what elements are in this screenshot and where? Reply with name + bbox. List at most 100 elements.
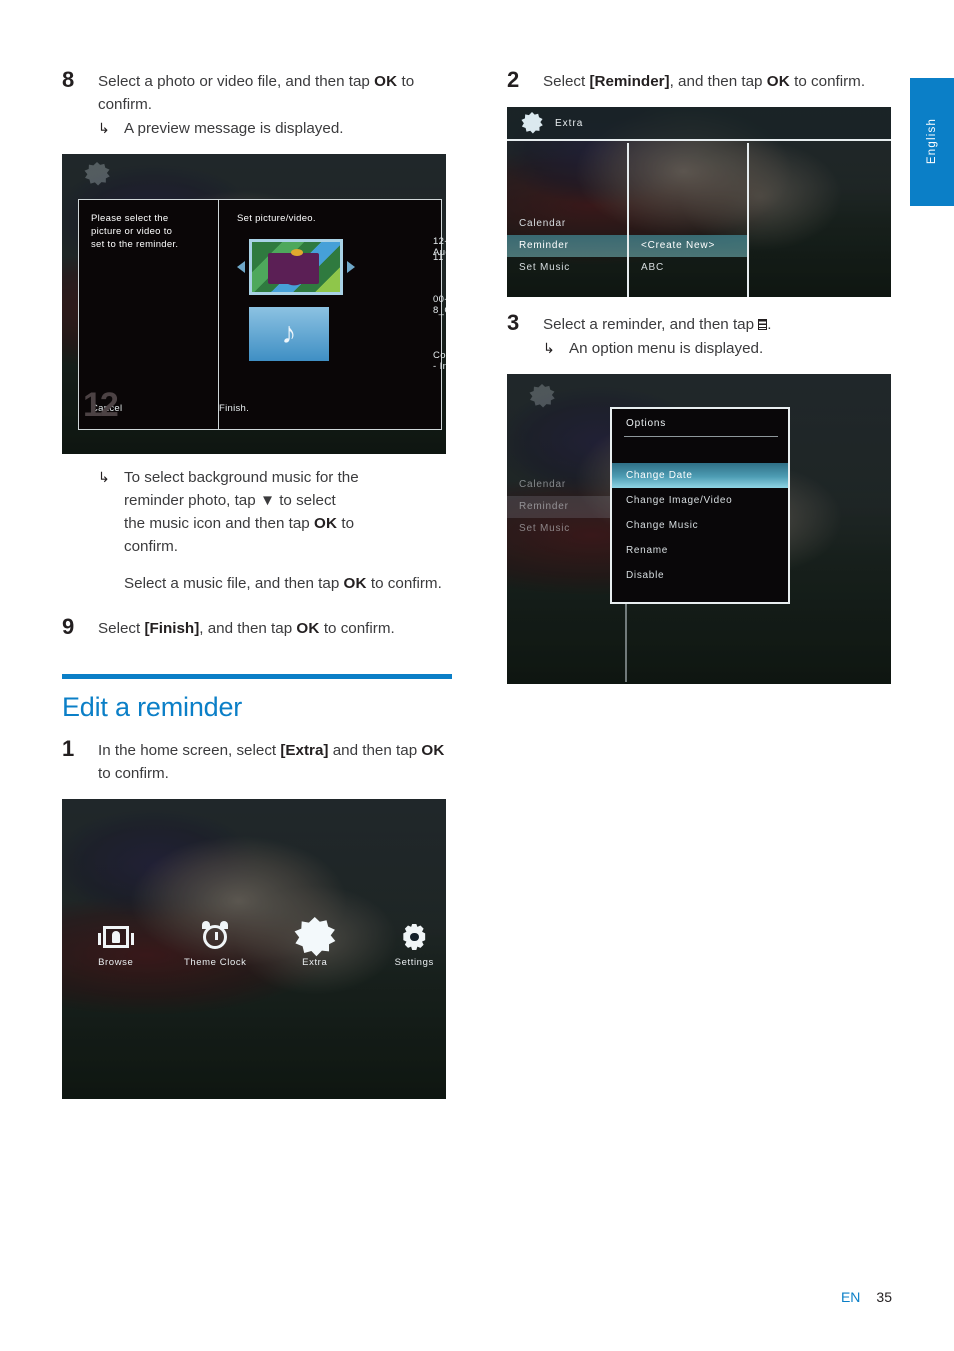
step-1-text-b: and then tap [328, 742, 422, 759]
language-tab: English [910, 78, 954, 206]
result-arrow-icon: ↳ [543, 340, 555, 356]
note-line-3b: to [337, 515, 355, 532]
option-rename[interactable]: Rename [612, 538, 788, 563]
down-arrow-icon: ▼ [259, 492, 275, 509]
step-9: 9 Select [Finish], and then tap OK to co… [62, 614, 452, 640]
options-background-menu: Calendar Reminder Set Music [507, 474, 617, 540]
note-ok: OK [313, 515, 338, 532]
prompt-line-1: Please select the [91, 213, 169, 224]
note-background-music: ↳ To select background music for the rem… [98, 466, 452, 558]
step-3-body: Select a reminder, and then tap . ↳ An o… [543, 313, 897, 360]
home-item-settings-label: Settings [394, 957, 434, 968]
step-2-text-b: , and then tap [669, 73, 767, 90]
step-9-body: Select [Finish], and then tap OK to conf… [98, 617, 452, 640]
step-1-ok: OK [421, 742, 445, 759]
step-8-body: Select a photo or video file, and then t… [98, 70, 452, 140]
home-item-browse[interactable]: Browse [84, 917, 148, 987]
column-divider-2 [747, 143, 749, 297]
note-line-1: To select background music for the [124, 469, 359, 486]
home-item-extra-label: Extra [302, 957, 328, 968]
step-8-result: ↳ A preview message is displayed. [98, 117, 452, 140]
step-3-result-text: An option menu is displayed. [569, 340, 764, 357]
browse-icon [84, 917, 148, 957]
options-popup-list: Change Date Change Image/Video Change Mu… [612, 463, 788, 588]
step-2-text-a: Select [543, 73, 590, 90]
note-select-music-file: Select a music file, and then tap OK to … [98, 572, 452, 595]
step-2-number: 2 [507, 67, 520, 92]
prompt-line-2: picture or video to [91, 226, 173, 237]
finish-button[interactable]: Finish. [219, 402, 249, 415]
reminder-date-line-2: 11 [433, 252, 444, 263]
step-1: 1 In the home screen, select [Extra] and… [62, 736, 452, 785]
step-8: 8 Select a photo or video file, and then… [62, 67, 452, 140]
home-item-theme-clock[interactable]: Theme Clock [184, 917, 248, 987]
prev-arrow-icon[interactable] [237, 261, 245, 273]
bg-menu-item-set-music[interactable]: Set Music [507, 518, 617, 540]
extra-blob-icon [283, 917, 347, 957]
bg-menu-item-calendar[interactable]: Calendar [507, 474, 617, 496]
music-file-name: Coldplay - In My [433, 350, 446, 372]
footer-language-code: EN [840, 1289, 861, 1305]
step-9-bracket: [Finish] [144, 620, 200, 637]
option-change-date[interactable]: Change Date [612, 463, 788, 488]
extra-menu-right: <Create New> ABC [629, 235, 747, 279]
options-popup-title: Options [626, 418, 667, 429]
options-popup: Options Change Date Change Image/Video C… [610, 407, 790, 604]
screenshot-preview-dialog: Please select the picture or video to se… [62, 154, 446, 454]
note-line-3a: the music icon and then tap [124, 515, 314, 532]
step-8-ok: OK [374, 73, 398, 90]
extra-menu-left: Calendar Reminder Set Music [507, 213, 627, 279]
option-disable[interactable]: Disable [612, 563, 788, 588]
music-note-icon[interactable]: ♪ [249, 307, 329, 361]
step-2-text-c: to confirm. [789, 73, 866, 90]
note-select-music-file-text: Select a music file, and then tap OK to … [124, 572, 452, 595]
step-1-body: In the home screen, select [Extra] and t… [98, 739, 452, 785]
menu-item-reminder[interactable]: Reminder [507, 235, 627, 257]
step-9-text-b: , and then tap [199, 620, 297, 637]
page-footer: EN 35 [841, 1289, 892, 1305]
option-change-music[interactable]: Change Music [612, 513, 788, 538]
extra-title: Extra [555, 117, 584, 129]
photo-file-name: 00-8_Gift.jpg [433, 294, 446, 316]
step-9-text-a: Select [98, 620, 145, 637]
right-column: 2 Select [Reminder], and then tap OK to … [507, 67, 897, 696]
step-2-bracket: [Reminder] [589, 73, 670, 90]
next-arrow-icon[interactable] [347, 261, 355, 273]
bg-menu-item-reminder[interactable]: Reminder [507, 496, 617, 518]
menu-item-calendar[interactable]: Calendar [507, 213, 627, 235]
step-9-text-c: to confirm. [319, 620, 395, 637]
note-line-4: confirm. [124, 538, 179, 555]
step-2-body: Select [Reminder], and then tap OK to co… [543, 70, 897, 93]
home-item-theme-clock-label: Theme Clock [183, 957, 247, 968]
menu-item-abc[interactable]: ABC [629, 257, 747, 279]
menu-item-set-music[interactable]: Set Music [507, 257, 627, 279]
photo-selector-row [237, 239, 441, 295]
home-item-settings[interactable]: Settings [383, 917, 447, 987]
manual-page: English 8 Select a photo or video file, … [0, 0, 954, 1351]
options-popup-divider [624, 436, 778, 437]
section-title: Edit a reminder [62, 692, 243, 722]
music-selector-row: ♪ [237, 307, 441, 361]
note-arrow-icon: ↳ [98, 469, 110, 485]
step-1-bracket: [Extra] [280, 742, 329, 759]
left-column: 8 Select a photo or video file, and then… [62, 67, 452, 1111]
step-9-ok: OK [296, 620, 320, 637]
alarm-clock-icon [184, 917, 248, 957]
step-2: 2 Select [Reminder], and then tap OK to … [507, 67, 897, 93]
option-change-image-video[interactable]: Change Image/Video [612, 488, 788, 513]
home-item-extra[interactable]: Extra [283, 917, 347, 987]
note-line-2b: to select [274, 492, 336, 509]
step-3-text-b: . [767, 316, 772, 333]
step-8-text-a: Select a photo or video file, and then t… [98, 73, 375, 90]
note-line-2a: reminder photo, tap [124, 492, 260, 509]
result-arrow-icon: ↳ [98, 120, 110, 136]
step-3-number: 3 [507, 310, 520, 335]
screenshot-options-menu: Calendar Reminder Set Music Options Chan… [507, 374, 891, 684]
section-rule [62, 674, 452, 679]
step-2-ok: OK [766, 73, 790, 90]
step-3-text-a: Select a reminder, and then tap [543, 316, 759, 333]
step-8-number: 8 [62, 67, 75, 92]
photo-thumbnail[interactable] [249, 239, 343, 295]
menu-item-create-new[interactable]: <Create New> [629, 235, 747, 257]
step-3-result: ↳ An option menu is displayed. [543, 337, 897, 360]
